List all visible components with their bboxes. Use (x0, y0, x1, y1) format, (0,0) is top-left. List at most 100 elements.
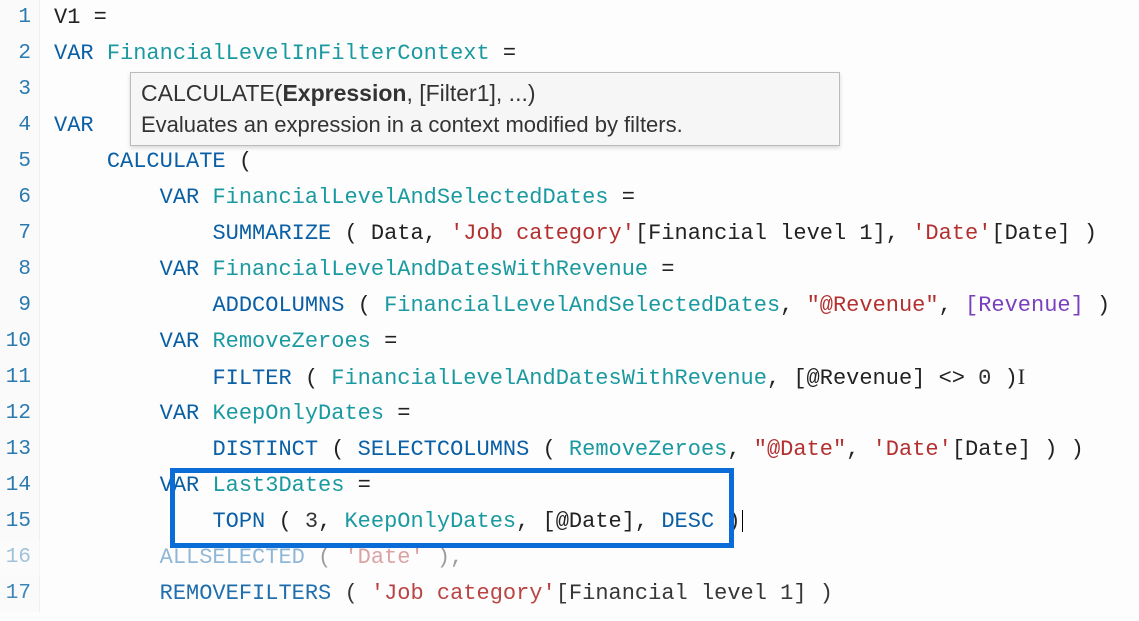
identifier: FinancialLevelAndDatesWithRevenue (331, 366, 767, 391)
code-text: ( Data, (331, 221, 450, 246)
keyword: VAR (160, 473, 200, 498)
code-text: , [@Date], (516, 509, 661, 534)
code-text: [Financial level 1], (635, 221, 912, 246)
code-text: ( (529, 437, 569, 462)
line-number: 13 (0, 432, 40, 468)
code-content[interactable]: TOPN ( 3, KeepOnlyDates, [@Date], DESC ) (40, 504, 1139, 540)
string-literal: 'Job category' (450, 221, 635, 246)
number: 3 (305, 509, 318, 534)
code-text: = (609, 185, 635, 210)
line-number: 9 (0, 288, 40, 324)
identifier: RemoveZeroes (569, 437, 727, 462)
code-text: [Financial level 1] ) (556, 581, 833, 606)
code-text: = (344, 473, 370, 498)
code-text: ( (331, 581, 371, 606)
code-line[interactable]: 5 CALCULATE ( (0, 144, 1139, 180)
code-text: ( (344, 293, 384, 318)
code-content[interactable]: REMOVEFILTERS ( 'Job category'[Financial… (40, 576, 1139, 612)
code-content[interactable]: DISTINCT ( SELECTCOLUMNS ( RemoveZeroes,… (40, 432, 1139, 468)
code-line[interactable]: 2 VAR FinancialLevelInFilterContext = (0, 36, 1139, 72)
line-number: 7 (0, 216, 40, 252)
identifier: KeepOnlyDates (344, 509, 516, 534)
code-text: ( (226, 149, 252, 174)
code-content[interactable]: VAR FinancialLevelInFilterContext = (40, 36, 1139, 72)
code-text: ) (714, 509, 740, 534)
code-text: ) (991, 366, 1017, 391)
code-text: V1 = (54, 5, 107, 30)
code-content[interactable]: VAR Last3Dates = (40, 468, 1139, 504)
code-text: = (384, 401, 410, 426)
code-text: = (371, 329, 397, 354)
string-literal: "@Revenue" (807, 293, 939, 318)
code-text: ( (292, 366, 332, 391)
line-number: 11 (0, 360, 40, 396)
keyword: VAR (54, 41, 94, 66)
tooltip-sig-suffix: , [Filter1], ...) (406, 80, 535, 106)
function-name: SUMMARIZE (212, 221, 331, 246)
keyword: VAR (160, 329, 200, 354)
line-number: 16 (0, 540, 40, 576)
line-number: 14 (0, 468, 40, 504)
code-line[interactable]: 14 VAR Last3Dates = (0, 468, 1139, 504)
string-literal: 'Date' (344, 545, 423, 570)
line-number: 4 (0, 108, 40, 144)
identifier: FinancialLevelAndDatesWithRevenue (212, 257, 648, 282)
function-name: ALLSELECTED (160, 545, 305, 570)
code-content[interactable]: SUMMARIZE ( Data, 'Job category'[Financi… (40, 216, 1139, 252)
code-line[interactable]: 11 FILTER ( FinancialLevelAndDatesWithRe… (0, 360, 1139, 396)
code-line[interactable]: 8 VAR FinancialLevelAndDatesWithRevenue … (0, 252, 1139, 288)
code-text: [Date] ) (991, 221, 1097, 246)
code-content[interactable]: VAR FinancialLevelAndSelectedDates = (40, 180, 1139, 216)
keyword: VAR (160, 401, 200, 426)
code-line[interactable]: 6 VAR FinancialLevelAndSelectedDates = (0, 180, 1139, 216)
code-content[interactable]: VAR RemoveZeroes = (40, 324, 1139, 360)
keyword: VAR (160, 257, 200, 282)
code-content[interactable]: ADDCOLUMNS ( FinancialLevelAndSelectedDa… (40, 288, 1139, 324)
code-content[interactable]: ALLSELECTED ( 'Date' ), (40, 540, 1139, 576)
identifier: RemoveZeroes (212, 329, 370, 354)
code-text: ), (424, 545, 464, 570)
line-number: 5 (0, 144, 40, 180)
code-text: , (846, 437, 872, 462)
keyword: DESC (661, 509, 714, 534)
code-content[interactable]: VAR FinancialLevelAndDatesWithRevenue = (40, 252, 1139, 288)
code-line[interactable]: 12 VAR KeepOnlyDates = (0, 396, 1139, 432)
code-line[interactable]: 10 VAR RemoveZeroes = (0, 324, 1139, 360)
code-editor[interactable]: 1 V1 = 2 VAR FinancialLevelInFilterConte… (0, 0, 1139, 621)
identifier: FinancialLevelInFilterContext (107, 41, 490, 66)
column-ref: [Revenue] (965, 293, 1084, 318)
line-number: 12 (0, 396, 40, 432)
code-text: , (780, 293, 806, 318)
tooltip-sig-prefix: CALCULATE( (141, 80, 282, 106)
code-content[interactable]: CALCULATE ( (40, 144, 1139, 180)
code-line[interactable]: 15 TOPN ( 3, KeepOnlyDates, [@Date], DES… (0, 504, 1139, 540)
line-number: 3 (0, 72, 40, 108)
identifier: KeepOnlyDates (212, 401, 384, 426)
code-line[interactable]: 9 ADDCOLUMNS ( FinancialLevelAndSelected… (0, 288, 1139, 324)
function-name: FILTER (212, 366, 291, 391)
code-line[interactable]: 17 REMOVEFILTERS ( 'Job category'[Financ… (0, 576, 1139, 612)
function-name: ADDCOLUMNS (212, 293, 344, 318)
tooltip-signature: CALCULATE(Expression, [Filter1], ...) (141, 77, 829, 109)
code-line[interactable]: 16 ALLSELECTED ( 'Date' ), (0, 540, 1139, 576)
code-text: ( (265, 509, 305, 534)
line-number: 10 (0, 324, 40, 360)
number: 0 (978, 366, 991, 391)
string-literal: 'Date' (873, 437, 952, 462)
keyword: VAR (160, 185, 200, 210)
code-text: , (727, 437, 753, 462)
text-caret-icon (742, 510, 743, 532)
code-line[interactable]: 7 SUMMARIZE ( Data, 'Job category'[Finan… (0, 216, 1139, 252)
line-number: 1 (0, 0, 40, 36)
tooltip-description: Evaluates an expression in a context mod… (141, 109, 829, 141)
code-line[interactable]: 13 DISTINCT ( SELECTCOLUMNS ( RemoveZero… (0, 432, 1139, 468)
code-line[interactable]: 1 V1 = (0, 0, 1139, 36)
code-text: ( (318, 437, 358, 462)
code-text: , (939, 293, 965, 318)
code-text: , [@Revenue] <> (767, 366, 978, 391)
code-content[interactable]: VAR KeepOnlyDates = (40, 396, 1139, 432)
code-content[interactable]: FILTER ( FinancialLevelAndDatesWithReven… (40, 359, 1139, 397)
line-number: 15 (0, 504, 40, 540)
code-content[interactable]: V1 = (40, 0, 1139, 36)
function-name: TOPN (212, 509, 265, 534)
